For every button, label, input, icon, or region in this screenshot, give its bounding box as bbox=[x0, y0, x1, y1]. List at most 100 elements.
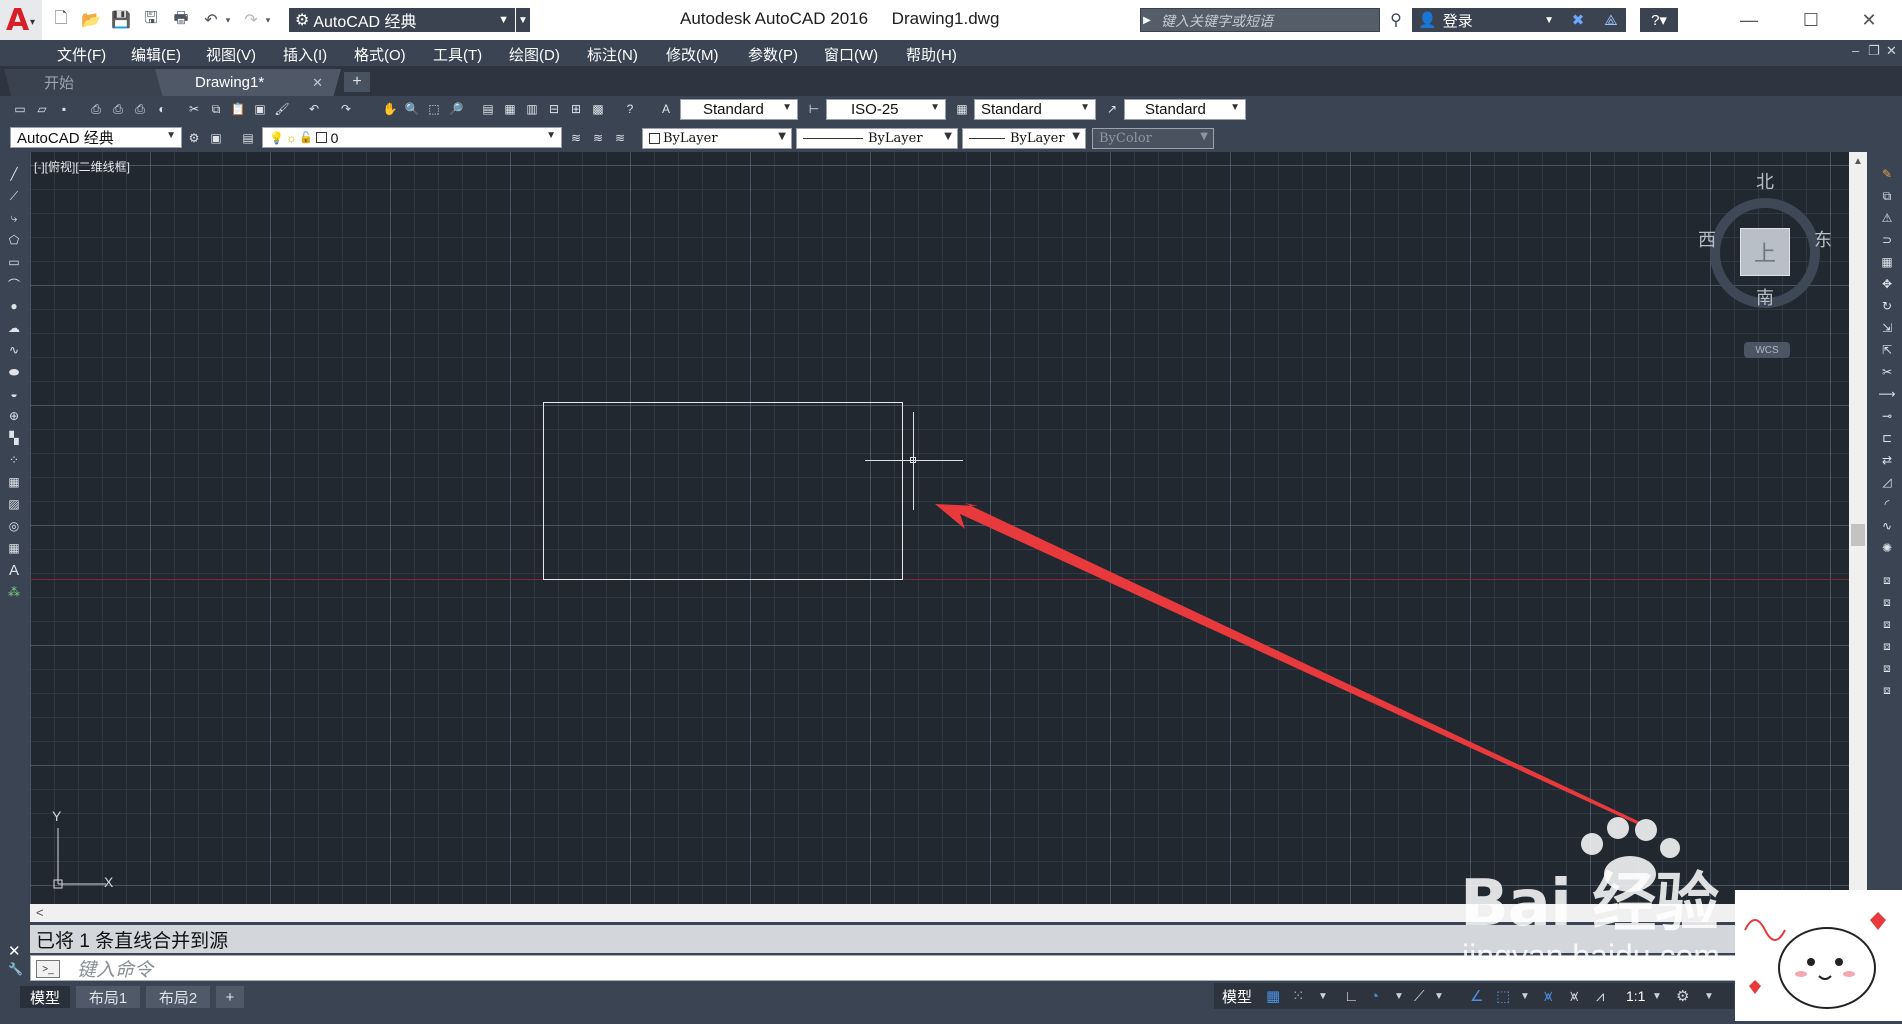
new-tab-button[interactable]: + bbox=[344, 72, 370, 92]
3d-print-icon[interactable]: ◐ bbox=[154, 101, 170, 117]
close-tab-icon[interactable]: ✕ bbox=[312, 75, 323, 91]
object-snap-icon[interactable]: ⬚ bbox=[1496, 986, 1510, 1006]
binoculars-icon[interactable]: ⚲ bbox=[1382, 8, 1410, 32]
viewcube-top-face[interactable]: 上 bbox=[1740, 228, 1790, 276]
zoom-previous-icon[interactable]: 🔎 bbox=[448, 101, 464, 117]
close-command-line-icon[interactable]: ✕ bbox=[8, 942, 21, 960]
paste-icon[interactable]: 📋 bbox=[230, 101, 246, 117]
new-file-icon[interactable]: 🗋 bbox=[50, 9, 72, 31]
scroll-left-icon[interactable]: < bbox=[36, 905, 44, 920]
layer-states-icon[interactable]: ≋ bbox=[612, 130, 628, 146]
tab-drawing1[interactable]: Drawing1* ✕ bbox=[155, 69, 341, 96]
circle-icon[interactable]: ● bbox=[6, 298, 22, 314]
menu-dimension[interactable]: 标注(N) bbox=[587, 44, 638, 65]
undo-icon[interactable]: ↶ bbox=[200, 9, 222, 31]
revision-cloud-icon[interactable]: ☁ bbox=[6, 320, 22, 336]
offset-icon[interactable]: ⊃ bbox=[1879, 232, 1895, 248]
draworder-under-icon[interactable]: ⧈ bbox=[1879, 638, 1895, 654]
doc-close-icon[interactable]: ✕ bbox=[1886, 43, 1897, 59]
make-current-layer-icon[interactable]: ≋ bbox=[568, 130, 584, 146]
insert-block-icon[interactable]: ⊕ bbox=[6, 408, 22, 424]
region-icon[interactable]: ◎ bbox=[6, 518, 22, 534]
save-icon[interactable]: ▪ bbox=[56, 101, 72, 117]
compass-west[interactable]: 西 bbox=[1698, 226, 1716, 252]
chevron-down-icon[interactable]: ▼ bbox=[1704, 986, 1714, 1006]
multileader-style-dropdown[interactable]: Standard ▼ bbox=[1124, 99, 1246, 120]
workspace-switch-dropdown[interactable]: AutoCAD 经典 ▼ bbox=[10, 127, 182, 148]
redo-dropdown-icon[interactable]: ▾ bbox=[262, 9, 274, 31]
cut-icon[interactable]: ✂ bbox=[186, 101, 202, 117]
gradient-icon[interactable]: ▨ bbox=[6, 496, 22, 512]
mirror-icon[interactable]: ⚠ bbox=[1879, 210, 1895, 226]
match-properties-icon[interactable]: 🖌 bbox=[274, 101, 290, 117]
sheet-set-icon[interactable]: ⊟ bbox=[546, 101, 562, 117]
maximize-icon[interactable]: ☐ bbox=[1788, 6, 1834, 34]
zoom-window-icon[interactable]: ⬚ bbox=[426, 101, 442, 117]
annotation-visibility-icon[interactable]: ⩙ bbox=[1544, 986, 1552, 1006]
draworder-front-icon[interactable]: ⧈ bbox=[1879, 572, 1895, 588]
layer-properties-icon[interactable]: ▤ bbox=[240, 130, 256, 146]
model-space-button[interactable]: 模型 bbox=[1222, 986, 1252, 1006]
redo-icon[interactable]: ↷ bbox=[240, 9, 262, 31]
a360-icon[interactable]: ⟁ bbox=[1596, 8, 1626, 32]
table-icon[interactable]: ▦ bbox=[6, 540, 22, 556]
menu-format[interactable]: 格式(O) bbox=[354, 44, 406, 65]
customize-icon[interactable]: 🔧 bbox=[8, 962, 23, 976]
object-snap-tracking-icon[interactable]: ∠ bbox=[1470, 986, 1483, 1006]
table-style-icon[interactable]: ▦ bbox=[954, 101, 970, 117]
help-icon[interactable]: ?▾ bbox=[1640, 8, 1678, 32]
compass-south[interactable]: 南 bbox=[1756, 284, 1774, 310]
polyline-icon[interactable]: ⤷ bbox=[6, 210, 22, 226]
add-selected-icon[interactable]: ⁂ bbox=[6, 584, 22, 600]
line-icon[interactable]: ╱ bbox=[6, 166, 22, 182]
menu-tools[interactable]: 工具(T) bbox=[433, 44, 482, 65]
menu-modify[interactable]: 修改(M) bbox=[666, 44, 719, 65]
save-icon[interactable]: 💾 bbox=[110, 9, 132, 31]
construction-line-icon[interactable]: ⟋ bbox=[6, 188, 22, 204]
compass-north[interactable]: 北 bbox=[1756, 168, 1774, 194]
layer-dropdown[interactable]: 💡 ☼ 🔓 0 ▼ bbox=[262, 127, 562, 148]
draworder-back-icon[interactable]: ⧈ bbox=[1879, 594, 1895, 610]
arc-icon[interactable]: ⌒ bbox=[6, 276, 22, 292]
isodraft-icon[interactable]: ⟋ bbox=[1414, 986, 1425, 1006]
print-icon[interactable]: 🖶 bbox=[170, 9, 192, 31]
chevron-down-icon[interactable]: ▼ bbox=[1394, 986, 1404, 1006]
scale-icon[interactable]: ⇲ bbox=[1879, 320, 1895, 336]
chevron-down-icon[interactable]: ▼ bbox=[1520, 986, 1530, 1006]
application-menu-button[interactable]: A ▾ bbox=[0, 0, 42, 40]
trim-icon[interactable]: ✂ bbox=[1879, 364, 1895, 380]
undo-dropdown-icon[interactable]: ▾ bbox=[222, 9, 234, 31]
properties-icon[interactable]: ▤ bbox=[480, 101, 496, 117]
design-center-icon[interactable]: ▦ bbox=[502, 101, 518, 117]
doc-restore-icon[interactable]: ❐ bbox=[1868, 43, 1880, 59]
layer-previous-icon[interactable]: ≋ bbox=[590, 130, 606, 146]
new-icon[interactable]: ▭ bbox=[12, 101, 28, 117]
copy-icon[interactable]: ⧉ bbox=[208, 101, 224, 117]
menu-insert[interactable]: 插入(I) bbox=[283, 44, 327, 65]
fillet-icon[interactable]: ◜ bbox=[1879, 496, 1895, 512]
menu-file[interactable]: 文件(F) bbox=[57, 44, 106, 65]
save-as-icon[interactable]: 🖫 bbox=[140, 9, 162, 31]
tool-palettes-icon[interactable]: ▥ bbox=[524, 101, 540, 117]
quickcalc-icon[interactable]: ▩ bbox=[590, 101, 606, 117]
help-icon[interactable]: ? bbox=[622, 101, 638, 117]
polygon-icon[interactable]: ⬠ bbox=[6, 232, 22, 248]
menu-help[interactable]: 帮助(H) bbox=[906, 44, 957, 65]
grid-icon[interactable]: ▦ bbox=[1266, 986, 1280, 1006]
menu-window[interactable]: 窗口(W) bbox=[824, 44, 878, 65]
vertical-scrollbar[interactable]: ▲ bbox=[1849, 152, 1867, 904]
search-input[interactable]: 键入关键字或短语 bbox=[1140, 8, 1380, 32]
menu-edit[interactable]: 编辑(E) bbox=[131, 44, 181, 65]
polar-tracking-icon[interactable]: ◔ bbox=[1370, 986, 1379, 1006]
extend-icon[interactable]: ⟶ bbox=[1878, 386, 1895, 402]
array-icon[interactable]: ▦ bbox=[1879, 254, 1895, 270]
markup-icon[interactable]: ⊞ bbox=[568, 101, 584, 117]
customize-quick-access-button[interactable]: ▼ bbox=[516, 8, 530, 32]
copy-object-icon[interactable]: ⧉ bbox=[1879, 188, 1895, 204]
dim-style-dropdown[interactable]: ISO-25 ▼ bbox=[826, 99, 946, 120]
erase-icon[interactable]: ✎ bbox=[1879, 166, 1895, 182]
tab-layout1[interactable]: 布局1 bbox=[76, 986, 140, 1008]
redo-icon[interactable]: ↷ bbox=[338, 101, 354, 117]
table-style-dropdown[interactable]: Standard ▼ bbox=[974, 99, 1096, 120]
ellipse-arc-icon[interactable]: ◒ bbox=[6, 386, 22, 402]
